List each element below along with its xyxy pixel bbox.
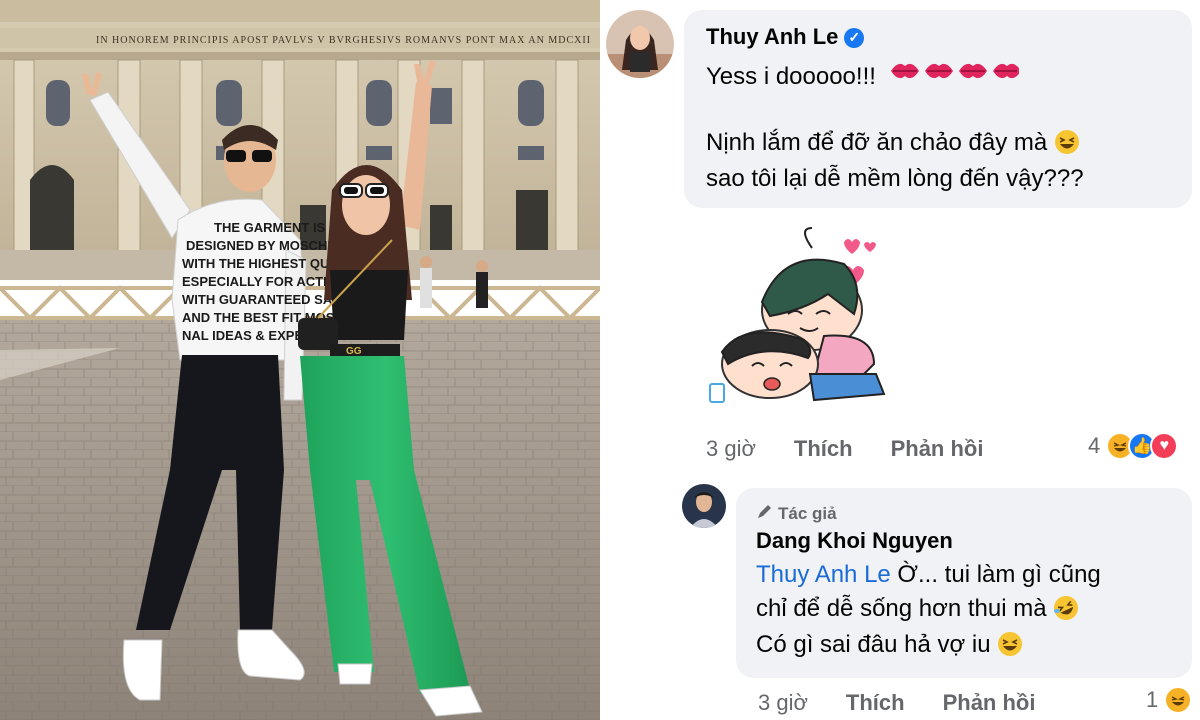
kiss-mark-icon [889,63,1021,90]
like-link-2[interactable]: Thích [846,690,905,716]
sticker-icon [709,383,725,403]
rolling-laughing-icon [1053,595,1079,621]
grinning-squint-icon [997,631,1023,657]
comment-bubble-2: Tác giả Dang Khoi Nguyen Thuy Anh Le Ờ..… [736,488,1192,678]
svg-text:DESIGNED BY MOSCHINO: DESIGNED BY MOSCHINO [186,238,350,253]
reaction-count-2: 1 [1146,687,1159,712]
author-badge: Tác giả [756,502,837,525]
comment-author-2[interactable]: Dang Khoi Nguyen [756,528,953,554]
comment-text-1-line3: sao tôi lại dễ mềm lòng đến vậy??? [706,165,1084,192]
love-icon: ♥ [1150,432,1179,460]
pencil-icon [756,502,774,525]
comment-text-2-line1: Thuy Anh Le Ờ... tui làm gì cũng [756,561,1101,588]
svg-text:ESPECIALLY FOR ACTIVE: ESPECIALLY FOR ACTIVE [182,274,344,289]
reactions-summary-2[interactable]: 1 [1146,686,1193,714]
comment-text-1-line1: Yess i dooooo!!! [706,58,1021,94]
haha-icon [1164,686,1193,714]
comment-text-2-line3: Có gì sai đâu hả vợ iu [756,628,1023,662]
avatar-thuy-anh-le[interactable] [606,10,674,78]
avatar-dang-khoi-nguyen[interactable] [682,484,726,528]
verified-icon: ✓ [844,27,865,48]
comment-actions-2: 3 giờ Thích Phản hồi [758,690,1035,716]
reaction-count-1: 4 [1088,433,1101,458]
mention-link[interactable]: Thuy Anh Le [756,561,891,588]
svg-text:NAL IDEAS & EXPER: NAL IDEAS & EXPER [182,328,313,343]
grinning-squint-icon [1054,129,1080,155]
reactions-summary-1[interactable]: 4 👍 ♥ [1088,432,1179,460]
comment-text-2-line2: chỉ để dễ sống hơn thui mà [756,592,1079,626]
like-link-1[interactable]: Thích [794,436,853,462]
svg-text:THE GARMENT IS: THE GARMENT IS [214,220,326,235]
sticker-image[interactable] [704,224,894,414]
comments-panel: Thuy Anh Le ✓ Yess i dooooo!!! Nịnh lắm đ… [600,0,1200,720]
reply-link-1[interactable]: Phản hồi [891,436,984,462]
comment-time-1[interactable]: 3 giờ [706,436,756,462]
comment-author-1[interactable]: Thuy Anh Le ✓ [706,24,865,50]
comment-time-2[interactable]: 3 giờ [758,690,808,716]
facade-inscription: IN HONOREM PRINCIPIS APOST PAVLVS V BVRG… [96,35,591,46]
post-photo[interactable]: IN HONOREM PRINCIPIS APOST PAVLVS V BVRG… [0,0,600,720]
comment-text-1-line2: Nịnh lắm để đỡ ăn chảo đây mà [706,126,1080,160]
comment-bubble-1: Thuy Anh Le ✓ Yess i dooooo!!! Nịnh lắm đ… [684,10,1192,208]
comment-actions-1: 3 giờ Thích Phản hồi [706,436,983,462]
reply-link-2[interactable]: Phản hồi [943,690,1036,716]
belt-buckle: GG [346,346,362,357]
